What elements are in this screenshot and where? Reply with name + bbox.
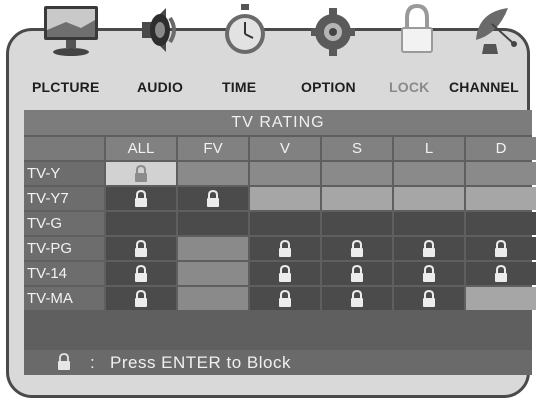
menu-item-option[interactable]: OPTION bbox=[301, 79, 356, 95]
rating-cell[interactable] bbox=[250, 262, 320, 285]
rating-cell[interactable] bbox=[394, 187, 464, 210]
column-header-l: L bbox=[394, 137, 464, 160]
rating-cell[interactable] bbox=[106, 162, 176, 185]
rating-cell[interactable] bbox=[250, 237, 320, 260]
padlock-icon bbox=[135, 289, 147, 307]
padlock-icon bbox=[135, 189, 147, 207]
padlock-icon bbox=[207, 189, 219, 207]
column-header-d: D bbox=[466, 137, 536, 160]
menu-item-picture[interactable]: PLCTURE bbox=[32, 79, 100, 95]
rating-cell[interactable] bbox=[466, 237, 536, 260]
rating-cell[interactable] bbox=[322, 212, 392, 235]
menu-item-audio[interactable]: AUDIO bbox=[137, 79, 183, 95]
rating-cell[interactable] bbox=[106, 237, 176, 260]
rating-cell[interactable] bbox=[466, 212, 536, 235]
column-header-fv: FV bbox=[178, 137, 248, 160]
rating-cell[interactable] bbox=[322, 287, 392, 310]
rating-cell[interactable] bbox=[466, 262, 536, 285]
rating-cell[interactable] bbox=[106, 287, 176, 310]
rating-row-label: TV-Y7 bbox=[24, 187, 104, 210]
rating-row-label: TV-Y bbox=[24, 162, 104, 185]
footer-hint: : Press ENTER to Block bbox=[24, 350, 532, 375]
rating-cell[interactable] bbox=[466, 162, 536, 185]
monitor-icon[interactable] bbox=[36, 0, 106, 60]
rating-cell[interactable] bbox=[394, 212, 464, 235]
padlock-icon bbox=[495, 264, 507, 282]
rating-cell[interactable] bbox=[250, 162, 320, 185]
menu-item-time[interactable]: TIME bbox=[222, 79, 256, 95]
satellite-dish-icon[interactable] bbox=[468, 0, 526, 60]
padlock-icon bbox=[58, 353, 70, 370]
tv-rating-title: TV RATING bbox=[24, 110, 532, 135]
column-header-all: ALL bbox=[106, 137, 176, 160]
rating-cell[interactable] bbox=[466, 187, 536, 210]
stopwatch-icon[interactable] bbox=[222, 0, 268, 60]
footer-separator: : bbox=[90, 353, 95, 372]
rating-cell[interactable] bbox=[106, 212, 176, 235]
gear-icon[interactable] bbox=[308, 0, 358, 60]
rating-row-label: TV-14 bbox=[24, 262, 104, 285]
rating-cell[interactable] bbox=[106, 262, 176, 285]
rating-cell[interactable] bbox=[250, 287, 320, 310]
header-corner bbox=[24, 137, 104, 160]
padlock-icon bbox=[279, 239, 291, 257]
rating-cell[interactable] bbox=[394, 262, 464, 285]
rating-cell[interactable] bbox=[466, 287, 536, 310]
rating-cell[interactable] bbox=[394, 287, 464, 310]
rating-cell[interactable] bbox=[178, 212, 248, 235]
column-header-s: S bbox=[322, 137, 392, 160]
rating-cell[interactable] bbox=[106, 187, 176, 210]
padlock-icon bbox=[351, 289, 363, 307]
column-header-v: V bbox=[250, 137, 320, 160]
padlock-icon bbox=[423, 264, 435, 282]
rating-cell[interactable] bbox=[178, 162, 248, 185]
rating-cell[interactable] bbox=[178, 237, 248, 260]
padlock-icon bbox=[351, 264, 363, 282]
padlock-icon bbox=[495, 239, 507, 257]
rating-cell[interactable] bbox=[322, 162, 392, 185]
rating-cell[interactable] bbox=[322, 187, 392, 210]
padlock-icon bbox=[135, 239, 147, 257]
padlock-icon bbox=[423, 289, 435, 307]
padlock-icon bbox=[135, 264, 147, 282]
tv-rating-grid: TV RATING ALL FV V S L D TV-Y TV-Y7 TV-G TV-PG TV-… bbox=[24, 110, 536, 375]
padlock-icon bbox=[351, 239, 363, 257]
rating-row-label: TV-G bbox=[24, 212, 104, 235]
rating-cell[interactable] bbox=[178, 287, 248, 310]
rating-row-label: TV-PG bbox=[24, 237, 104, 260]
rating-cell[interactable] bbox=[250, 187, 320, 210]
rating-cell[interactable] bbox=[322, 237, 392, 260]
rating-row-label: TV-MA bbox=[24, 287, 104, 310]
rating-cell[interactable] bbox=[250, 212, 320, 235]
padlock-icon bbox=[279, 264, 291, 282]
menu-item-lock[interactable]: LOCK bbox=[389, 79, 429, 95]
speaker-icon[interactable] bbox=[136, 0, 186, 60]
padlock-icon bbox=[423, 239, 435, 257]
rating-cell[interactable] bbox=[394, 162, 464, 185]
footer-text: Press ENTER to Block bbox=[110, 353, 291, 372]
padlock-icon bbox=[135, 164, 147, 182]
rating-cell[interactable] bbox=[178, 187, 248, 210]
rating-cell[interactable] bbox=[178, 262, 248, 285]
menu-item-channel[interactable]: CHANNEL bbox=[449, 79, 519, 95]
rating-cell[interactable] bbox=[394, 237, 464, 260]
padlock-icon[interactable] bbox=[396, 0, 438, 60]
padlock-icon bbox=[279, 289, 291, 307]
rating-cell[interactable] bbox=[322, 262, 392, 285]
